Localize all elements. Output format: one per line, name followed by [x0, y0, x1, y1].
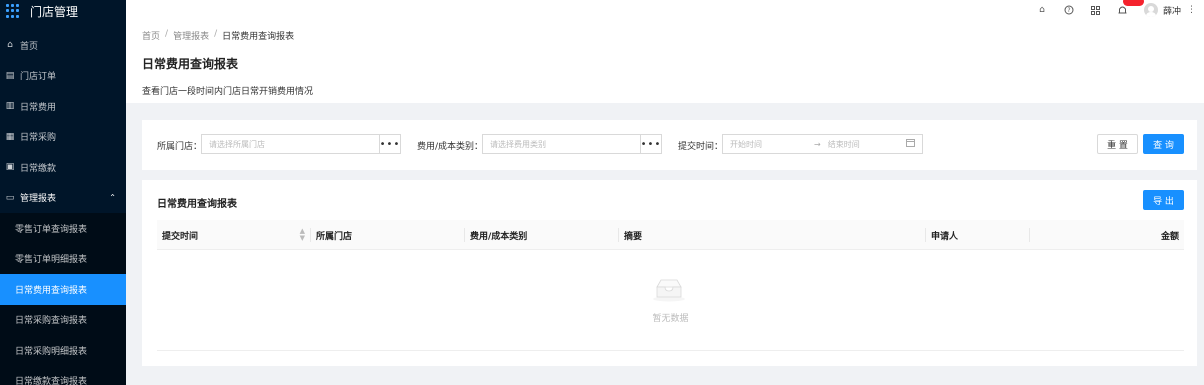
- column-amount: 金额: [1161, 220, 1179, 250]
- sidebar: 门店管理 ⌂ 首页 ▤ 门店订单 ▥ 日常费用 ▦ 日常采购 ▣ 日常缴款 ▭ …: [0, 0, 126, 385]
- table-header: 提交时间 ▲ ▼ 所属门店 费用/成本类别 摘要 申请人 金额: [157, 220, 1184, 250]
- column-store: 所属门店: [316, 220, 352, 250]
- sidebar-item-daily-payment[interactable]: ▣ 日常缴款: [0, 152, 126, 183]
- sidebar-item-label: 日常费用: [20, 102, 57, 113]
- help-icon[interactable]: ?: [1064, 5, 1074, 15]
- column-header-label: 费用/成本类别: [470, 231, 528, 242]
- payment-icon: ▣: [5, 162, 15, 173]
- calendar-icon: [906, 138, 915, 150]
- sidebar-subitem-daily-payment-query[interactable]: 日常缴款查询报表: [0, 366, 126, 385]
- top-header: ⌂ ? 薛冲 ⋮: [126, 0, 1204, 20]
- purchase-icon: ▦: [5, 131, 15, 142]
- page-description: 查看门店一段时间内门店日常开销费用情况: [142, 87, 314, 97]
- arrow-right-icon: →: [814, 139, 821, 149]
- sidebar-item-label: 门店订单: [20, 72, 57, 83]
- column-applicant: 申请人: [931, 220, 958, 250]
- page-title: 日常费用查询报表: [142, 57, 239, 71]
- sidebar-item-home[interactable]: ⌂ 首页: [0, 30, 126, 61]
- store-select-placeholder: 请选择所属门店: [209, 139, 265, 149]
- ellipsis-icon[interactable]: •••: [640, 135, 661, 153]
- sidebar-menu: ⌂ 首页 ▤ 门店订单 ▥ 日常费用 ▦ 日常采购 ▣ 日常缴款 ▭ 管理报表 …: [0, 30, 126, 385]
- empty-text: 暂无数据: [652, 314, 689, 324]
- sidebar-group-reports[interactable]: ▭ 管理报表 ⌃: [0, 183, 126, 214]
- reset-button[interactable]: 重 置: [1097, 134, 1138, 154]
- column-header-label: 申请人: [931, 231, 959, 242]
- sidebar-subitem-daily-purchase-query[interactable]: 日常采购查询报表: [0, 305, 126, 336]
- sidebar-item-store-orders[interactable]: ▤ 门店订单: [0, 61, 126, 92]
- ellipsis-icon[interactable]: •••: [379, 135, 400, 153]
- sidebar-submenu-reports: 零售订单查询报表 零售订单明细报表 日常费用查询报表 日常采购查询报表 日常采购…: [0, 213, 126, 385]
- filter-panel: 所属门店： 请选择所属门店 ••• 费用/成本类别： 请选择费用类别 ••• 提…: [142, 120, 1197, 170]
- home-icon[interactable]: ⌂: [1037, 5, 1047, 15]
- home-icon: ⌂: [7, 40, 13, 51]
- app-title: 门店管理: [30, 4, 79, 19]
- column-divider: [618, 228, 619, 242]
- column-header-label: 所属门店: [316, 231, 353, 242]
- column-summary: 摘要: [624, 220, 642, 250]
- start-date-input[interactable]: 开始时间: [730, 139, 762, 150]
- time-filter-label: 提交时间：: [678, 142, 724, 152]
- sidebar-subitem-label: 零售订单查询报表: [15, 224, 88, 235]
- chevron-up-icon: ⌃: [109, 193, 116, 203]
- category-filter-label: 费用/成本类别：: [417, 142, 484, 152]
- sidebar-item-label: 日常采购: [20, 133, 57, 144]
- empty-inbox-icon: [653, 279, 685, 302]
- more-icon[interactable]: ⋮: [1187, 5, 1196, 15]
- grid-icon[interactable]: [1091, 5, 1101, 15]
- store-filter-label: 所属门店：: [157, 142, 203, 152]
- end-date-input[interactable]: 结束时间: [828, 139, 860, 150]
- sidebar-subitem-label: 日常缴款查询报表: [15, 377, 88, 385]
- category-select-placeholder: 请选择费用类别: [490, 139, 546, 149]
- table-panel: 日常费用查询报表 导 出 提交时间 ▲ ▼ 所属门店 费用/成本类别 摘要 申请人…: [142, 180, 1197, 366]
- breadcrumb-current: 日常费用查询报表: [222, 32, 295, 42]
- expense-icon: ▥: [5, 101, 15, 112]
- bell-icon: [1118, 6, 1127, 14]
- sidebar-item-label: 日常缴款: [20, 163, 57, 174]
- sidebar-subitem-retail-order-query[interactable]: 零售订单查询报表: [0, 213, 126, 244]
- column-divider: [310, 228, 311, 242]
- column-header-label: 提交时间: [162, 231, 199, 242]
- breadcrumb-reports[interactable]: 管理报表: [173, 29, 209, 42]
- date-range-picker[interactable]: 开始时间 → 结束时间: [722, 134, 923, 154]
- column-divider: [1029, 228, 1030, 242]
- sort-icon[interactable]: ▲ ▼: [300, 228, 305, 242]
- sidebar-subitem-label: 日常采购明细报表: [15, 346, 88, 357]
- table-title: 日常费用查询报表: [157, 199, 237, 210]
- sidebar-subitem-retail-order-detail[interactable]: 零售订单明细报表: [0, 244, 126, 275]
- app-logo[interactable]: 门店管理: [0, 0, 126, 22]
- breadcrumb-home[interactable]: 首页: [142, 29, 160, 42]
- sidebar-subitem-label: 零售订单明细报表: [15, 255, 88, 266]
- breadcrumb: 首页 / 管理报表 / 日常费用查询报表: [142, 29, 1204, 42]
- calendar-icon: ▭: [5, 192, 15, 203]
- breadcrumb-separator: /: [165, 29, 169, 39]
- notification-badge: [1122, 0, 1144, 6]
- empty-state: 暂无数据: [157, 250, 1184, 351]
- column-header-label: 摘要: [624, 231, 643, 242]
- column-submit-time[interactable]: 提交时间 ▲ ▼: [162, 220, 310, 250]
- query-button[interactable]: 查 询: [1143, 134, 1184, 154]
- column-header-label: 金额: [1160, 231, 1179, 242]
- store-select[interactable]: 请选择所属门店 •••: [201, 134, 401, 154]
- sidebar-item-label: 首页: [20, 41, 39, 52]
- export-button[interactable]: 导 出: [1143, 190, 1184, 210]
- sidebar-subitem-daily-expense-query[interactable]: 日常费用查询报表: [0, 274, 126, 305]
- avatar[interactable]: [1143, 3, 1158, 17]
- app-grid-icon: [6, 4, 20, 18]
- svg-text:?: ?: [1067, 7, 1070, 14]
- order-icon: ▤: [5, 70, 15, 81]
- sidebar-item-daily-purchase[interactable]: ▦ 日常采购: [0, 122, 126, 153]
- category-select[interactable]: 请选择费用类别 •••: [482, 134, 662, 154]
- page-header: 首页 / 管理报表 / 日常费用查询报表 日常费用查询报表 查看门店一段时间内门…: [126, 20, 1204, 103]
- sidebar-group-label: 管理报表: [20, 194, 57, 205]
- sidebar-subitem-label: 日常采购查询报表: [15, 316, 88, 327]
- sidebar-item-daily-expense[interactable]: ▥ 日常费用: [0, 91, 126, 122]
- username[interactable]: 薛冲: [1163, 4, 1181, 17]
- breadcrumb-separator: /: [214, 29, 218, 39]
- column-category: 费用/成本类别: [470, 220, 527, 250]
- sidebar-subitem-label: 日常费用查询报表: [15, 285, 88, 296]
- notification-bell[interactable]: [1118, 0, 1144, 15]
- column-divider: [464, 228, 465, 242]
- column-divider: [925, 228, 926, 242]
- sidebar-subitem-daily-purchase-detail[interactable]: 日常采购明细报表: [0, 335, 126, 366]
